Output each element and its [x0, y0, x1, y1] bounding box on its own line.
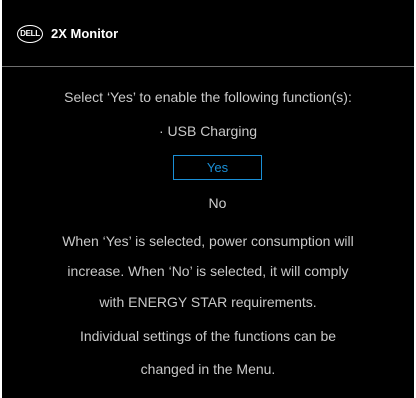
info-line-3: with ENERGY STAR requirements. — [99, 294, 317, 310]
function-item-usb-charging: · USB Charging — [158, 123, 258, 139]
yes-button[interactable]: Yes — [173, 155, 262, 180]
info-line-5: changed in the Menu. — [140, 361, 276, 377]
monitor-title: 2X Monitor — [51, 26, 119, 41]
dell-logo: DELL — [17, 25, 43, 43]
prompt-text: Select ‘Yes’ to enable the following fun… — [64, 89, 352, 105]
info-line-1: When ‘Yes’ is selected, power consumptio… — [62, 233, 354, 249]
osd-dialog: DELL 2X Monitor Select ‘Yes’ to enable t… — [2, 0, 414, 398]
info-line-4: Individual settings of the functions can… — [79, 328, 337, 344]
osd-header: DELL 2X Monitor — [2, 0, 414, 67]
info-line-2: increase. When ‘No’ is selected, it will… — [67, 263, 349, 279]
no-button[interactable]: No — [173, 192, 262, 214]
